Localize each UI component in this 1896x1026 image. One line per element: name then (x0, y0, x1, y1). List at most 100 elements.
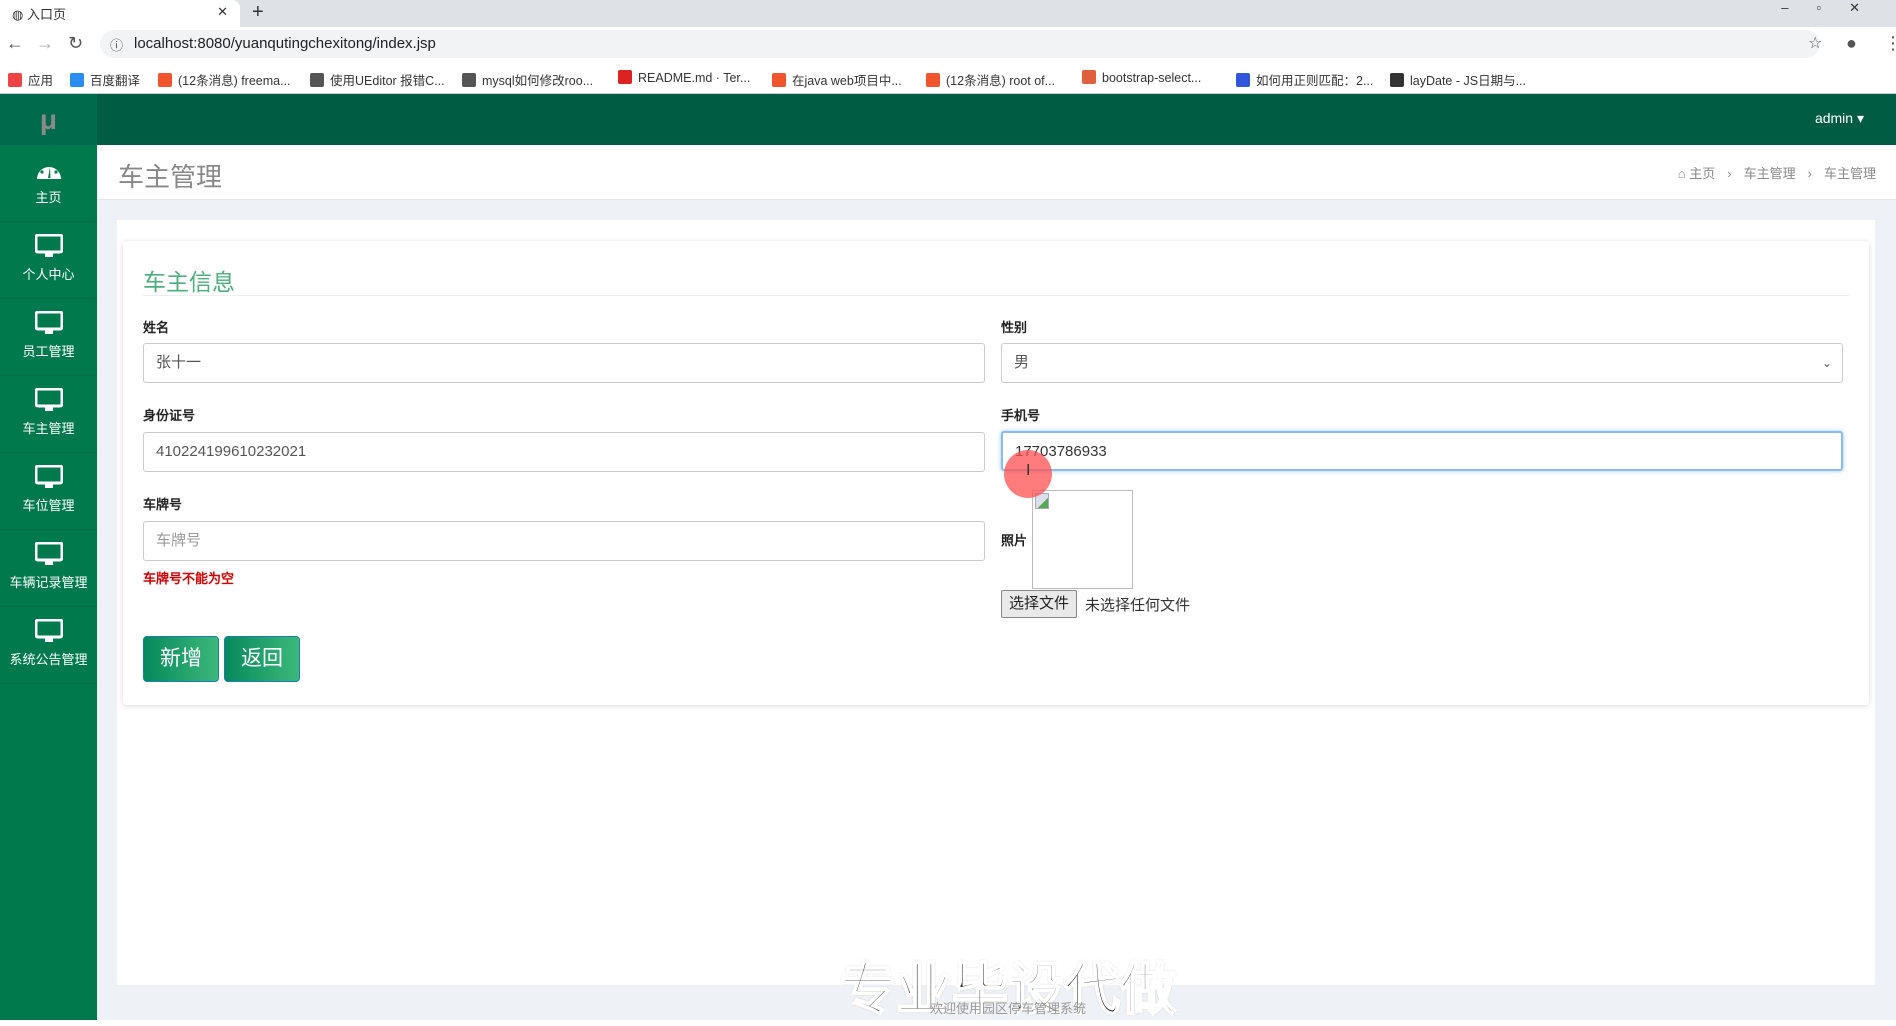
sidebar-item-label: 车主管理 (22, 421, 75, 436)
admin-menu[interactable]: admin ▾ (1815, 110, 1864, 127)
no-file-text: 未选择任何文件 (1085, 597, 1191, 614)
bookmark-favicon-icon (1082, 70, 1096, 84)
page-header: 车主管理 ⌂ 主页 › 车主管理 › 车主管理 (97, 145, 1896, 200)
monitor-icon (0, 311, 97, 335)
bookmark-item[interactable]: bootstrap-select... (1082, 70, 1201, 85)
sidebar-item-label: 个人中心 (22, 267, 75, 282)
breadcrumb-item[interactable]: 车主管理 (1744, 166, 1796, 181)
url-text: localhost:8080/yuanqutingchexitong/index… (134, 35, 436, 52)
breadcrumb: ⌂ 主页 › 车主管理 › 车主管理 (1677, 166, 1876, 181)
breadcrumb-home[interactable]: 主页 (1689, 166, 1715, 181)
bookmark-favicon-icon (772, 73, 786, 87)
address-row: ← → ↻ ⓘ localhost:8080/yuanqutingchexiton… (0, 27, 1896, 61)
profile-icon[interactable]: ● (1846, 33, 1857, 54)
menu-icon[interactable]: ⋮ (1884, 33, 1896, 54)
logo: μ (0, 94, 97, 145)
browser-tabbar: ◍ 入口页 ✕ + –▫✕ (0, 0, 1896, 27)
bookmark-favicon-icon (926, 73, 940, 87)
window-controls[interactable]: –▫✕ (1781, 0, 1888, 16)
phone-input[interactable]: 17703786933 (1001, 431, 1843, 471)
browser-tab[interactable]: ◍ 入口页 ✕ (0, 0, 240, 27)
sidebar-item[interactable]: 车辆记录管理 (0, 530, 97, 607)
bookmark-favicon-icon (462, 73, 476, 87)
choose-file-button[interactable]: 选择文件 (1001, 590, 1078, 618)
bookmark-label: README.md · Ter... (638, 71, 751, 85)
photo-label: 照片 (1001, 533, 1028, 548)
bookmark-item[interactable]: 在java web项目中... (772, 70, 902, 89)
bookmark-item[interactable]: (12条消息) freema... (158, 70, 291, 89)
bookmark-label: mysql如何修改roo... (482, 74, 594, 88)
bookmark-item[interactable]: (12条消息) root of... (926, 70, 1055, 89)
sidebar-item[interactable]: 车主管理 (0, 376, 97, 453)
photo-preview (1032, 490, 1133, 589)
url-bar[interactable]: ⓘ localhost:8080/yuanqutingchexitong/inde… (100, 30, 1820, 58)
bookmark-item[interactable]: 使用UEditor 报错C... (310, 70, 445, 89)
plate-input[interactable]: 车牌号 (143, 521, 985, 561)
gender-label: 性别 (1001, 320, 1028, 335)
bookmark-item[interactable]: 应用 (8, 70, 53, 89)
bookmark-item[interactable]: 百度翻译 (70, 70, 140, 89)
chevron-down-icon: ⌄ (1821, 356, 1832, 370)
monitor-icon (0, 388, 97, 412)
name-input[interactable]: 张十一 (143, 343, 985, 383)
sidebar-item-label: 系统公告管理 (9, 652, 88, 667)
sidebar-item[interactable]: 个人中心 (0, 222, 97, 299)
new-tab-icon[interactable]: + (252, 1, 264, 24)
bookmark-favicon-icon (618, 70, 632, 84)
bookmark-label: 百度翻译 (90, 74, 141, 88)
bookmark-item[interactable]: 如何用正则匹配：2... (1236, 70, 1373, 89)
bookmark-label: layDate - JS日期与... (1410, 74, 1526, 88)
sidebar-item-label: 员工管理 (22, 344, 75, 359)
monitor-icon (0, 465, 97, 489)
globe-icon: ◍ (12, 7, 24, 22)
page-title: 车主管理 (118, 162, 223, 192)
reload-icon[interactable]: ↻ (68, 33, 83, 54)
sidebar-item[interactable]: 车位管理 (0, 453, 97, 530)
back-button[interactable]: 返回 (224, 636, 300, 682)
form-heading: 车主信息 (143, 269, 235, 295)
bookmark-favicon-icon (1390, 73, 1404, 87)
bookmark-item[interactable]: mysql如何修改roo... (462, 70, 593, 89)
close-tab-icon[interactable]: ✕ (217, 4, 228, 20)
dashboard-icon (0, 157, 97, 181)
plate-label: 车牌号 (143, 497, 183, 512)
sidebar-item[interactable]: 主页 (0, 145, 97, 222)
back-icon[interactable]: ← (6, 33, 24, 54)
bookmark-favicon-icon (70, 73, 84, 87)
sidebar-item[interactable]: 系统公告管理 (0, 607, 97, 684)
breadcrumb-current: 车主管理 (1823, 166, 1876, 181)
monitor-icon (0, 234, 97, 258)
monitor-icon (0, 542, 97, 566)
bookmark-label: (12条消息) root of... (946, 74, 1056, 88)
bookmark-label: bootstrap-select... (1102, 71, 1202, 85)
bookmark-item[interactable]: layDate - JS日期与... (1390, 70, 1526, 89)
form-card: 车主信息 姓名 张十一 性别 男 ⌄ 身份证号 41022419961023202… (123, 241, 1869, 705)
gender-value: 男 (1014, 354, 1030, 371)
phone-label: 手机号 (1001, 408, 1041, 423)
bookmark-favicon-icon (1236, 73, 1250, 87)
sidebar-item-label: 主页 (35, 190, 62, 205)
id-card-label: 身份证号 (143, 408, 196, 423)
top-navbar (0, 94, 1896, 145)
footer-text: 欢迎使用园区停车管理系统 (929, 1001, 1086, 1016)
home-icon: ⌂ (1677, 166, 1686, 181)
sidebar-item[interactable]: 员工管理 (0, 299, 97, 376)
sidebar: 主页个人中心员工管理车主管理车位管理车辆记录管理 系统公告管理 (0, 145, 97, 1020)
bookmark-label: 使用UEditor 报错C... (330, 74, 445, 88)
bookmark-favicon-icon (8, 73, 22, 87)
id-card-input[interactable]: 410224199610232021 (143, 432, 985, 472)
gender-select[interactable]: 男 ⌄ (1001, 343, 1843, 383)
sidebar-item-label: 车位管理 (22, 498, 75, 513)
sidebar-item-label: 车辆记录管理 (9, 575, 88, 590)
submit-button[interactable]: 新增 (143, 636, 219, 682)
bookmark-favicon-icon (310, 73, 324, 87)
bookmark-label: 如何用正则匹配：2... (1256, 74, 1374, 88)
bookmark-item[interactable]: README.md · Ter... (618, 70, 750, 85)
tab-title: 入口页 (26, 7, 66, 22)
star-icon[interactable]: ☆ (1808, 33, 1822, 53)
forward-icon[interactable]: → (36, 33, 54, 54)
text-cursor-icon: I (1026, 462, 1031, 479)
bookmark-label: 应用 (28, 74, 54, 88)
monitor-icon (0, 619, 97, 643)
click-indicator: I (1004, 450, 1052, 498)
